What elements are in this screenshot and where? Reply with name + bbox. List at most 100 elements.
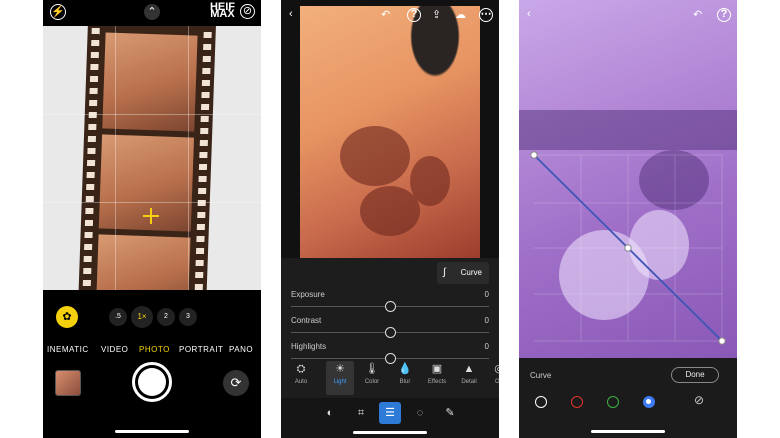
flash-icon[interactable]: ⚡ <box>50 4 66 20</box>
edited-photo[interactable] <box>300 6 480 258</box>
tool-strip: ⛭ Auto ☀ Light 🌡 Color 💧 Blur ▣ Effects … <box>281 359 499 397</box>
editor-screen: ‹ ↶ ? ⇪ ☁ ⋯ ∫ Curve Exposure 0 Contrast … <box>281 0 499 438</box>
slider-value: 0 <box>484 316 489 325</box>
adjustment-panel: ∫ Curve Exposure 0 Contrast 0 Highlights… <box>281 258 499 438</box>
camera-mode-selector: INEMATIC VIDEO PHOTO PORTRAIT PANO <box>43 345 261 357</box>
undo-redo-icon[interactable]: ↶ <box>381 8 390 21</box>
help-icon[interactable]: ? <box>407 8 421 22</box>
tool-blur[interactable]: 💧 Blur <box>391 361 419 395</box>
curve-icon: ∫ <box>443 267 446 278</box>
tool-label: Blur <box>399 379 411 385</box>
reset-curve-icon[interactable]: ⊘ <box>694 393 704 407</box>
camera-top-bar: ⚡ ⌃ HEIF MAX ⊘ <box>43 0 261 26</box>
flip-camera-icon[interactable]: ⟳ <box>223 370 249 396</box>
tool-light[interactable]: ☀ Light <box>326 361 354 395</box>
focus-reticle <box>143 208 159 224</box>
zoom-3x-button[interactable]: 3 <box>179 308 197 326</box>
tone-curve[interactable] <box>519 0 737 358</box>
curve-control-point[interactable] <box>530 151 538 159</box>
viewfinder[interactable] <box>43 26 261 290</box>
heif-max-toggle[interactable]: HEIF MAX <box>210 2 235 20</box>
undo-redo-icon[interactable]: ↶ <box>693 8 702 21</box>
channel-selector: ⊘ <box>519 390 737 414</box>
curve-control-point[interactable] <box>624 244 632 252</box>
done-button[interactable]: Done <box>671 367 719 383</box>
mode-video[interactable]: VIDEO <box>101 345 128 354</box>
zoom-2x-button[interactable]: 2 <box>157 308 175 326</box>
tool-label: Effects <box>427 379 447 385</box>
slider-knob[interactable] <box>385 301 396 312</box>
grid-line <box>43 114 261 115</box>
edit-sliders-icon[interactable]: ☰ <box>379 402 401 424</box>
channel-red-button[interactable] <box>571 396 583 408</box>
photo-shape <box>340 126 410 186</box>
slider-label: Contrast <box>291 316 322 325</box>
tool-optics[interactable]: ◎ Op <box>485 361 499 395</box>
exposure-slider[interactable]: Exposure 0 <box>291 290 489 312</box>
live-photo-off-icon[interactable]: ⊘ <box>240 4 255 19</box>
back-chevron-icon[interactable]: ‹ <box>527 8 531 20</box>
healing-icon[interactable]: ✎ <box>439 402 461 424</box>
format-label-bottom: MAX <box>210 8 235 20</box>
grid-line <box>115 26 116 290</box>
slider-knob[interactable] <box>385 327 396 338</box>
more-options-icon[interactable]: ⋯ <box>479 8 493 22</box>
channel-green-button[interactable] <box>607 396 619 408</box>
grid-line <box>188 26 189 290</box>
optics-icon: ◎ <box>494 363 499 375</box>
share-icon[interactable]: ⇪ <box>432 8 441 21</box>
sun-icon: ☀ <box>335 363 345 375</box>
photo-shape <box>360 186 420 236</box>
mode-cinematic[interactable]: INEMATIC <box>47 345 89 354</box>
curve-screen: ‹ ↶ ? Curve Done ⊘ <box>519 0 737 438</box>
tool-label: Light <box>333 379 347 385</box>
grid-line <box>43 202 261 203</box>
tool-color[interactable]: 🌡 Color <box>358 361 386 395</box>
drop-icon: 💧 <box>398 363 412 375</box>
film-strip-image <box>77 26 217 290</box>
slider-value: 0 <box>484 290 489 299</box>
film-frame <box>95 234 191 290</box>
back-chevron-icon[interactable]: ‹ <box>289 8 293 20</box>
tool-label: Auto <box>294 379 308 385</box>
contrast-slider[interactable]: Contrast 0 <box>291 316 489 338</box>
film-frame <box>102 32 198 132</box>
channel-rgb-button[interactable] <box>535 396 547 408</box>
mode-pano[interactable]: PANO <box>229 345 253 354</box>
curve-button-label: Curve <box>460 268 482 277</box>
curve-title: Curve <box>530 371 552 380</box>
shutter-button[interactable] <box>132 362 172 402</box>
slider-label: Highlights <box>291 342 327 351</box>
tool-auto[interactable]: ⛭ Auto <box>287 361 315 395</box>
tool-detail[interactable]: ▲ Detail <box>455 361 483 395</box>
editor-top-bar: ‹ ↶ ? ⇪ ☁ ⋯ <box>281 0 499 30</box>
home-indicator[interactable] <box>353 431 427 434</box>
crop-icon[interactable]: ⌗ <box>350 402 372 424</box>
zoom-1x-button[interactable]: 1× <box>131 306 153 328</box>
auto-icon: ⛭ <box>296 363 306 375</box>
masking-icon[interactable]: ◌ <box>409 402 431 424</box>
tool-label: Color <box>364 379 380 385</box>
channel-blue-button[interactable] <box>643 396 655 408</box>
curve-top-bar: ‹ ↶ ? <box>519 0 737 30</box>
home-indicator[interactable] <box>591 430 665 433</box>
cloud-sync-icon[interactable]: ☁ <box>455 8 466 21</box>
zoom-0-5-button[interactable]: .5 <box>109 308 127 326</box>
macro-flower-icon[interactable]: ✿ <box>56 306 78 328</box>
triangle-icon: ▲ <box>463 363 475 375</box>
editor-bottom-toolbar: ◐ ⌗ ☰ ◌ ✎ <box>281 398 499 438</box>
curve-control-point[interactable] <box>718 337 726 345</box>
help-icon[interactable]: ? <box>717 8 731 22</box>
presets-icon[interactable]: ◐ <box>319 402 341 424</box>
camera-screen: ⚡ ⌃ HEIF MAX ⊘ ✿ .5 1× 2 3 INEMATIC VIDE… <box>43 0 261 438</box>
chevron-up-icon[interactable]: ⌃ <box>144 4 160 20</box>
mode-photo[interactable]: PHOTO <box>139 345 170 354</box>
shutter-bar: ⟳ <box>43 360 261 438</box>
tool-effects[interactable]: ▣ Effects <box>423 361 451 395</box>
curve-button[interactable]: ∫ Curve <box>437 262 489 284</box>
photo-shape <box>410 156 450 206</box>
home-indicator[interactable] <box>115 430 189 433</box>
last-photo-thumbnail[interactable] <box>55 370 81 396</box>
mode-portrait[interactable]: PORTRAIT <box>179 345 223 354</box>
slider-label: Exposure <box>291 290 325 299</box>
